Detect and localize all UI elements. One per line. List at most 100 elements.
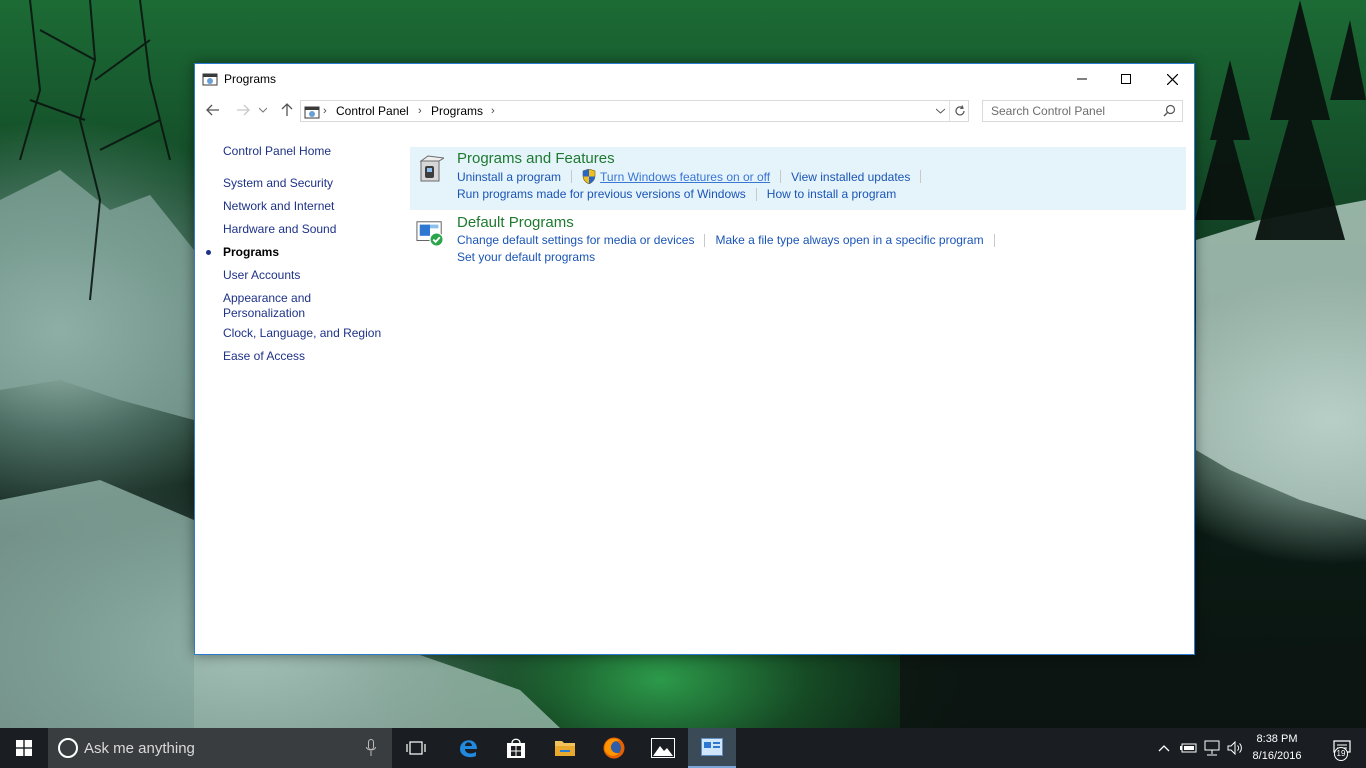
sidebar-item-hardware-sound[interactable]: Hardware and Sound bbox=[223, 222, 383, 237]
cortana-search-text[interactable]: Ask me anything bbox=[84, 740, 195, 757]
windows-logo-icon bbox=[16, 740, 32, 756]
search-icon[interactable] bbox=[1163, 104, 1176, 117]
uninstall-program-link[interactable]: Uninstall a program bbox=[457, 170, 561, 184]
arrow-left-icon bbox=[206, 104, 219, 116]
default-programs-links-row1: Change default settings for media or dev… bbox=[457, 233, 1005, 247]
photos-icon bbox=[651, 738, 675, 758]
title-bar[interactable]: Programs bbox=[195, 64, 1194, 94]
arrow-right-icon bbox=[237, 104, 250, 116]
cortana-search-box[interactable]: Ask me anything bbox=[48, 728, 392, 768]
sidebar-item-clock-language-region[interactable]: Clock, Language, and Region bbox=[223, 326, 383, 341]
navigation-bar: › Control Panel › Programs › bbox=[195, 97, 1194, 123]
set-default-programs-link[interactable]: Set your default programs bbox=[457, 250, 595, 264]
link-divider bbox=[704, 233, 706, 247]
close-button[interactable] bbox=[1149, 64, 1195, 94]
clock-date: 8/16/2016 bbox=[1252, 750, 1302, 762]
breadcrumb-control-panel[interactable]: Control Panel bbox=[336, 104, 409, 118]
programs-features-links-row2: Run programs made for previous versions … bbox=[457, 187, 896, 201]
view-installed-updates-link[interactable]: View installed updates bbox=[791, 170, 910, 184]
taskbar-firefox[interactable] bbox=[590, 728, 638, 768]
recent-locations-button[interactable] bbox=[257, 99, 269, 121]
sidebar-item-user-accounts[interactable]: User Accounts bbox=[223, 268, 383, 283]
cortana-icon bbox=[58, 738, 78, 758]
link-divider bbox=[993, 233, 995, 247]
control-panel-icon bbox=[202, 73, 218, 86]
current-item-bullet bbox=[206, 250, 211, 255]
refresh-button[interactable] bbox=[949, 101, 969, 121]
link-divider bbox=[571, 170, 573, 183]
link-divider bbox=[780, 170, 782, 183]
link-divider bbox=[755, 187, 757, 201]
programs-features-links-row1: Uninstall a program Turn Windows feature… bbox=[457, 169, 931, 184]
taskbar-photos[interactable] bbox=[639, 728, 687, 768]
breadcrumb-separator[interactable]: › bbox=[418, 105, 422, 117]
window-title: Programs bbox=[224, 72, 277, 86]
search-box[interactable] bbox=[982, 100, 1183, 122]
file-type-association-link[interactable]: Make a file type always open in a specif… bbox=[715, 233, 983, 247]
default-programs-section: Default Programs Change default settings… bbox=[410, 211, 1186, 267]
address-dropdown-button[interactable] bbox=[933, 102, 947, 120]
start-button[interactable] bbox=[0, 728, 48, 768]
change-default-media-settings-link[interactable]: Change default settings for media or dev… bbox=[457, 233, 694, 247]
programs-and-features-title[interactable]: Programs and Features bbox=[457, 150, 615, 167]
address-bar[interactable]: › Control Panel › Programs › bbox=[300, 100, 969, 122]
network-icon bbox=[1204, 740, 1220, 756]
default-programs-links-row2: Set your default programs bbox=[457, 250, 595, 264]
taskbar-edge[interactable] bbox=[444, 728, 492, 768]
notification-count-badge: 19 bbox=[1334, 747, 1348, 761]
maximize-button[interactable] bbox=[1103, 64, 1149, 94]
sidebar-item-programs[interactable]: Programs bbox=[223, 245, 383, 260]
taskbar-store[interactable] bbox=[492, 728, 540, 768]
link-divider bbox=[920, 170, 922, 183]
sidebar-item-appearance[interactable]: Appearance and Personalization bbox=[223, 291, 333, 321]
control-panel-home-link[interactable]: Control Panel Home bbox=[223, 144, 331, 158]
show-hidden-icons-button[interactable] bbox=[1155, 728, 1173, 768]
forward-button[interactable] bbox=[233, 99, 253, 121]
folder-icon bbox=[555, 741, 575, 756]
sidebar-item-system-security[interactable]: System and Security bbox=[223, 176, 383, 191]
taskbar: Ask me anything 8:38 PM 8/16/2016 19 bbox=[0, 728, 1366, 768]
control-panel-window: Programs › Control Panel › Programs › Se… bbox=[194, 63, 1195, 655]
chevron-down-icon bbox=[935, 108, 945, 114]
taskbar-file-explorer[interactable] bbox=[541, 728, 589, 768]
back-button[interactable] bbox=[203, 99, 223, 121]
minimize-button[interactable] bbox=[1059, 64, 1105, 94]
edge-icon bbox=[460, 740, 477, 758]
sidebar-item-ease-of-access[interactable]: Ease of Access bbox=[223, 349, 383, 364]
breadcrumb-separator[interactable]: › bbox=[491, 105, 495, 117]
battery-tray-button[interactable] bbox=[1178, 728, 1200, 768]
control-panel-icon bbox=[701, 738, 723, 756]
arrow-up-icon bbox=[281, 103, 293, 116]
search-input[interactable] bbox=[983, 101, 1158, 121]
control-panel-icon bbox=[304, 106, 320, 119]
default-programs-icon bbox=[416, 221, 444, 247]
store-bag-icon bbox=[507, 738, 525, 758]
clock-time: 8:38 PM bbox=[1256, 733, 1298, 745]
sidebar-item-network-internet[interactable]: Network and Internet bbox=[223, 199, 383, 214]
run-older-programs-link[interactable]: Run programs made for previous versions … bbox=[457, 187, 746, 201]
breadcrumb-programs[interactable]: Programs bbox=[431, 104, 483, 118]
programs-box-icon bbox=[419, 155, 444, 182]
task-view-button[interactable] bbox=[392, 728, 440, 768]
minimize-icon bbox=[1077, 78, 1087, 80]
network-tray-button[interactable] bbox=[1202, 728, 1224, 768]
speaker-icon bbox=[1227, 741, 1242, 755]
refresh-icon bbox=[954, 105, 965, 116]
default-programs-title[interactable]: Default Programs bbox=[457, 214, 574, 231]
task-view-icon bbox=[406, 741, 426, 755]
up-button[interactable] bbox=[277, 99, 297, 121]
microphone-icon[interactable] bbox=[366, 739, 376, 757]
volume-tray-button[interactable] bbox=[1225, 728, 1245, 768]
breadcrumb-separator[interactable]: › bbox=[323, 105, 327, 117]
how-to-install-program-link[interactable]: How to install a program bbox=[767, 187, 896, 201]
chevron-up-icon bbox=[1158, 745, 1170, 752]
battery-icon bbox=[1180, 743, 1197, 753]
chevron-down-icon bbox=[259, 107, 267, 113]
uac-shield-icon bbox=[582, 169, 596, 184]
system-clock[interactable]: 8:38 PM 8/16/2016 bbox=[1244, 731, 1310, 765]
turn-windows-features-link[interactable]: Turn Windows features on or off bbox=[600, 170, 770, 184]
programs-and-features-section: Programs and Features Uninstall a progra… bbox=[410, 147, 1186, 210]
maximize-icon bbox=[1121, 74, 1131, 84]
taskbar-control-panel[interactable] bbox=[688, 728, 736, 768]
close-icon bbox=[1166, 73, 1178, 85]
